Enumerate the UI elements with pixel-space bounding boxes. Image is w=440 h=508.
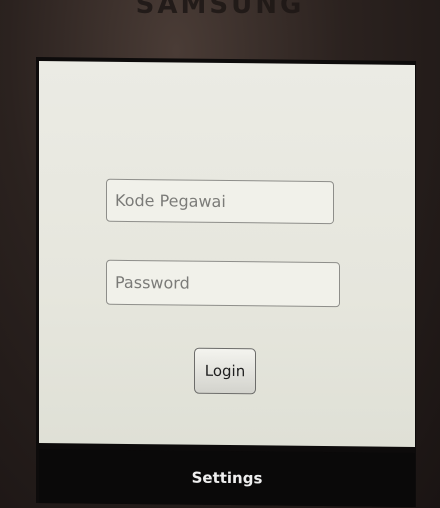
device-brand-logo: SAMSUNG — [135, 0, 305, 20]
phone-device: SAMSUNG Kode Pegawai Password Login Sett… — [0, 0, 440, 508]
employee-code-placeholder: Kode Pegawai — [115, 190, 226, 211]
settings-menu-item[interactable]: Settings — [192, 469, 263, 488]
login-screen: Kode Pegawai Password Login — [39, 61, 415, 447]
options-menu-bar: Settings — [39, 449, 415, 507]
password-placeholder: Password — [115, 272, 190, 293]
phone-screen: Kode Pegawai Password Login Settings — [36, 57, 416, 507]
login-button-label: Login — [204, 361, 246, 381]
employee-code-input[interactable]: Kode Pegawai — [106, 178, 334, 225]
password-input[interactable]: Password — [106, 259, 340, 308]
login-button[interactable]: Login — [194, 347, 256, 395]
